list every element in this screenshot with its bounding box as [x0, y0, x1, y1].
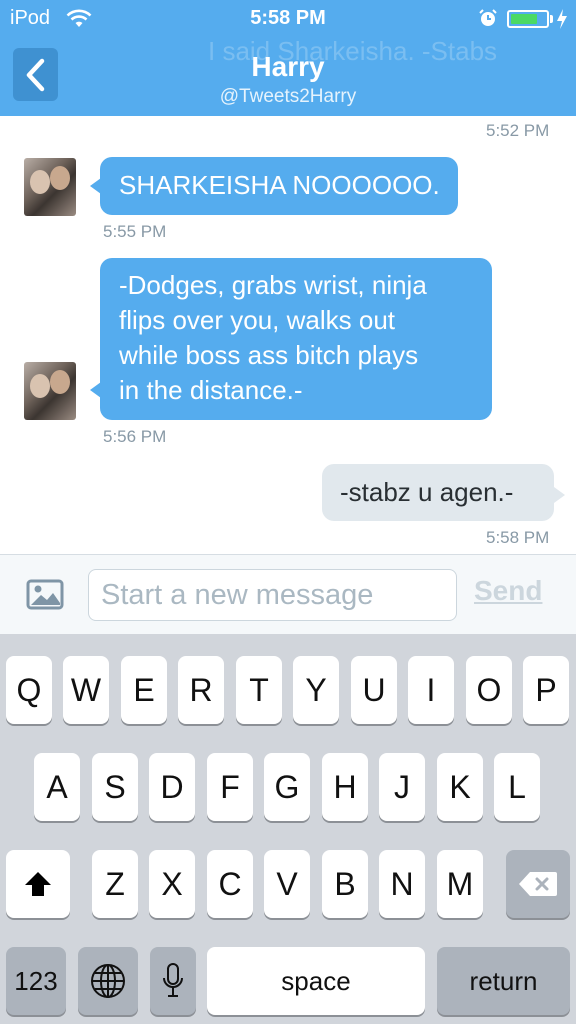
- key-v[interactable]: V: [264, 850, 310, 918]
- message-text: SHARKEISHA NOOOOOO.: [119, 170, 440, 200]
- status-bar: iPod 5:58 PM: [0, 0, 576, 38]
- message-timestamp: 5:56 PM: [103, 427, 167, 446]
- key-b[interactable]: B: [322, 850, 368, 918]
- photo-icon[interactable]: [26, 578, 64, 611]
- battery-nub: [550, 15, 553, 23]
- numbers-key[interactable]: 123: [6, 947, 66, 1015]
- message-timestamp: 5:55 PM: [103, 222, 167, 241]
- conversation-header: iPod 5:58 PM I said Sharkeisha. -Stabs H…: [0, 0, 576, 116]
- message-line: in the distance.-: [119, 375, 303, 405]
- microphone-key[interactable]: [150, 947, 196, 1015]
- key-m[interactable]: M: [437, 850, 483, 918]
- avatar-face: [30, 170, 50, 194]
- key-o[interactable]: O: [466, 656, 512, 724]
- key-q[interactable]: Q: [6, 656, 52, 724]
- message-bubble-incoming[interactable]: SHARKEISHA NOOOOOO.: [100, 157, 458, 215]
- bubble-tail: [554, 487, 565, 503]
- key-p[interactable]: P: [523, 656, 569, 724]
- message-line: flips over you, walks out: [119, 305, 396, 335]
- backspace-key[interactable]: [506, 850, 570, 918]
- battery-level: [511, 14, 537, 24]
- conversation-handle[interactable]: @Tweets2Harry: [0, 86, 576, 108]
- avatar-face: [50, 370, 70, 394]
- charging-icon: [557, 9, 567, 29]
- key-i[interactable]: I: [408, 656, 454, 724]
- globe-key[interactable]: [78, 947, 138, 1015]
- key-l[interactable]: L: [494, 753, 540, 821]
- message-input[interactable]: [88, 569, 457, 621]
- backspace-icon: [519, 872, 557, 896]
- key-e[interactable]: E: [121, 656, 167, 724]
- avatar-face: [30, 374, 50, 398]
- message-list[interactable]: 5:52 PM SHARKEISHA NOOOOOO. 5:55 PM -Dod…: [0, 116, 576, 554]
- message-composer: Send: [0, 554, 576, 634]
- space-key[interactable]: space: [207, 947, 425, 1015]
- keyboard: Q W E R T Y U I O P A S D F G H J K L Z …: [0, 634, 576, 1024]
- message-timestamp: 5:52 PM: [486, 121, 550, 140]
- key-k[interactable]: K: [437, 753, 483, 821]
- key-u[interactable]: U: [351, 656, 397, 724]
- shift-icon: [25, 872, 51, 896]
- key-z[interactable]: Z: [92, 850, 138, 918]
- message-text: -stabz u agen.-: [340, 477, 514, 507]
- message-bubble-outgoing[interactable]: -stabz u agen.-: [322, 464, 554, 521]
- message-line: -Dodges, grabs wrist, ninja: [119, 270, 427, 300]
- avatar[interactable]: [24, 158, 76, 216]
- alarm-icon: [479, 9, 497, 26]
- key-c[interactable]: C: [207, 850, 253, 918]
- message-timestamp: 5:58 PM: [486, 528, 550, 547]
- key-f[interactable]: F: [207, 753, 253, 821]
- key-w[interactable]: W: [63, 656, 109, 724]
- key-n[interactable]: N: [379, 850, 425, 918]
- key-x[interactable]: X: [149, 850, 195, 918]
- shift-key[interactable]: [6, 850, 70, 918]
- key-s[interactable]: S: [92, 753, 138, 821]
- conversation-title[interactable]: Harry: [0, 51, 576, 83]
- key-a[interactable]: A: [34, 753, 80, 821]
- key-j[interactable]: J: [379, 753, 425, 821]
- key-d[interactable]: D: [149, 753, 195, 821]
- battery-icon: [507, 10, 549, 28]
- key-t[interactable]: T: [236, 656, 282, 724]
- message-line: while boss ass bitch plays: [119, 340, 419, 370]
- key-r[interactable]: R: [178, 656, 224, 724]
- key-g[interactable]: G: [264, 753, 310, 821]
- avatar[interactable]: [24, 362, 76, 420]
- return-key[interactable]: return: [437, 947, 570, 1015]
- message-bubble-incoming[interactable]: -Dodges, grabs wrist, ninja flips over y…: [100, 258, 492, 420]
- send-button[interactable]: Send: [474, 575, 542, 607]
- avatar-face: [50, 166, 70, 190]
- key-y[interactable]: Y: [293, 656, 339, 724]
- globe-icon: [91, 964, 125, 998]
- key-h[interactable]: H: [322, 753, 368, 821]
- microphone-icon: [163, 963, 183, 997]
